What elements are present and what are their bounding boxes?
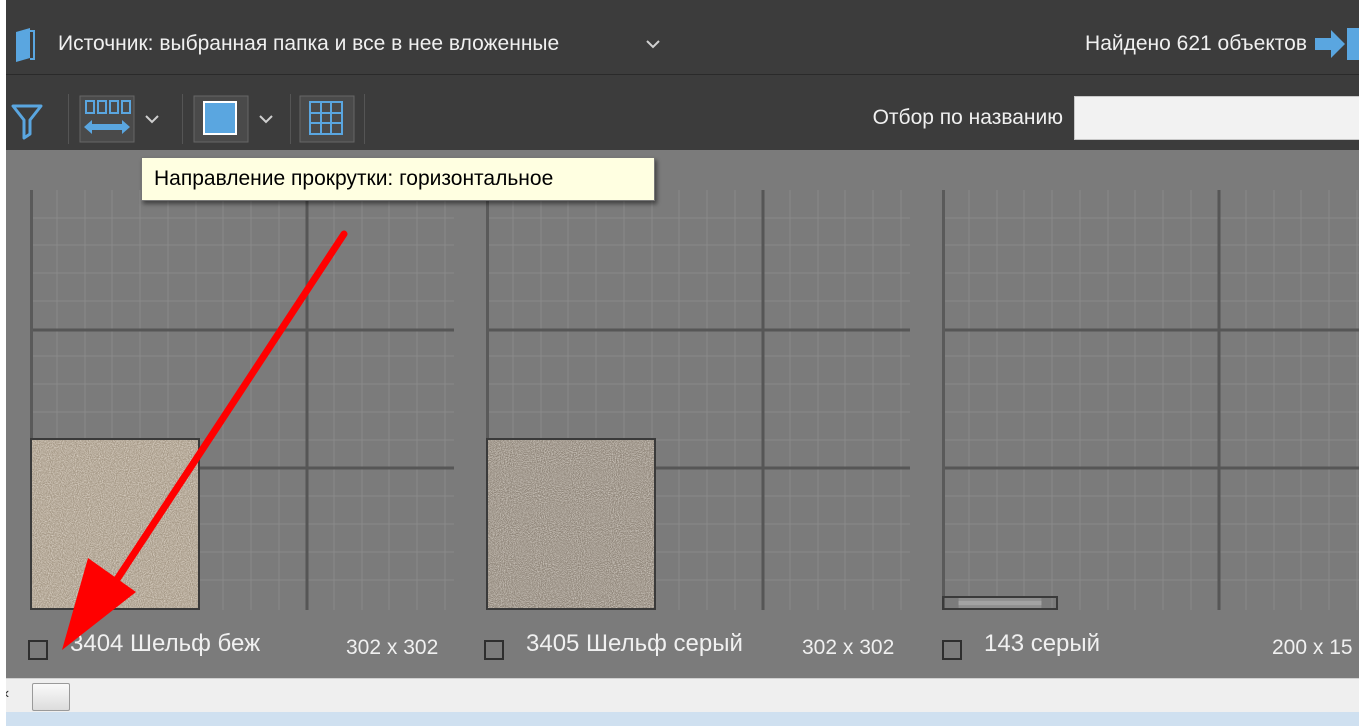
- toolbar-separator: [182, 94, 183, 144]
- item-checkbox[interactable]: [28, 640, 48, 660]
- item-checkbox[interactable]: [484, 640, 504, 660]
- found-count: Найдено 621 объектов: [1085, 32, 1307, 55]
- texture-swatch: [30, 438, 200, 610]
- header-bar: Источник: выбранная папка и все в нее вл…: [6, 0, 1359, 88]
- name-filter-input[interactable]: [1074, 96, 1359, 140]
- layout-mode-icon[interactable]: [78, 94, 168, 144]
- name-filter-label: Отбор по названию: [872, 106, 1063, 129]
- item-size: 200 x 15: [1272, 636, 1353, 659]
- texture-swatch: [486, 438, 656, 610]
- catalog-window: Источник: выбранная папка и все в нее вл…: [6, 0, 1359, 726]
- header-separator: [6, 74, 1359, 75]
- toolbar-separator: [290, 94, 291, 144]
- item-checkbox[interactable]: [942, 640, 962, 660]
- grid-toggle-icon[interactable]: [298, 94, 358, 144]
- toolbar-separator: [364, 94, 365, 144]
- texture-swatch: [942, 596, 1058, 610]
- item-name: 3404 Шельф беж: [70, 630, 261, 657]
- scrollbar-thumb[interactable]: [32, 683, 70, 711]
- item-size: 302 x 302: [346, 636, 439, 659]
- horizontal-scrollbar[interactable]: ‹: [6, 678, 1359, 713]
- toolbar-separator: [68, 94, 69, 144]
- filter-icon[interactable]: [10, 94, 44, 144]
- item-name: 143 серый: [984, 630, 1101, 657]
- toolbar: Отбор по названию: [6, 88, 1359, 150]
- item-tile[interactable]: [486, 190, 910, 610]
- item-size: 302 x 302: [802, 636, 895, 659]
- item-name: 3405 Шельф серый: [526, 630, 743, 657]
- source-row: Источник: выбранная папка и все в нее вл…: [6, 0, 1359, 75]
- export-icon[interactable]: [1313, 26, 1359, 62]
- item-tile[interactable]: [30, 190, 454, 610]
- scroll-left-icon[interactable]: ‹: [6, 685, 14, 707]
- folder-icon[interactable]: [14, 28, 36, 62]
- status-strip: [6, 712, 1359, 726]
- source-selector[interactable]: Источник: выбранная папка и все в нее вл…: [58, 32, 559, 56]
- item-tile[interactable]: [942, 190, 1359, 610]
- chevron-down-icon[interactable]: [646, 40, 660, 50]
- view-mode-icon[interactable]: [192, 94, 282, 144]
- tile-grid-preview: [942, 190, 1359, 610]
- scroll-direction-tooltip: Направление прокрутки: горизонтальное: [141, 157, 655, 201]
